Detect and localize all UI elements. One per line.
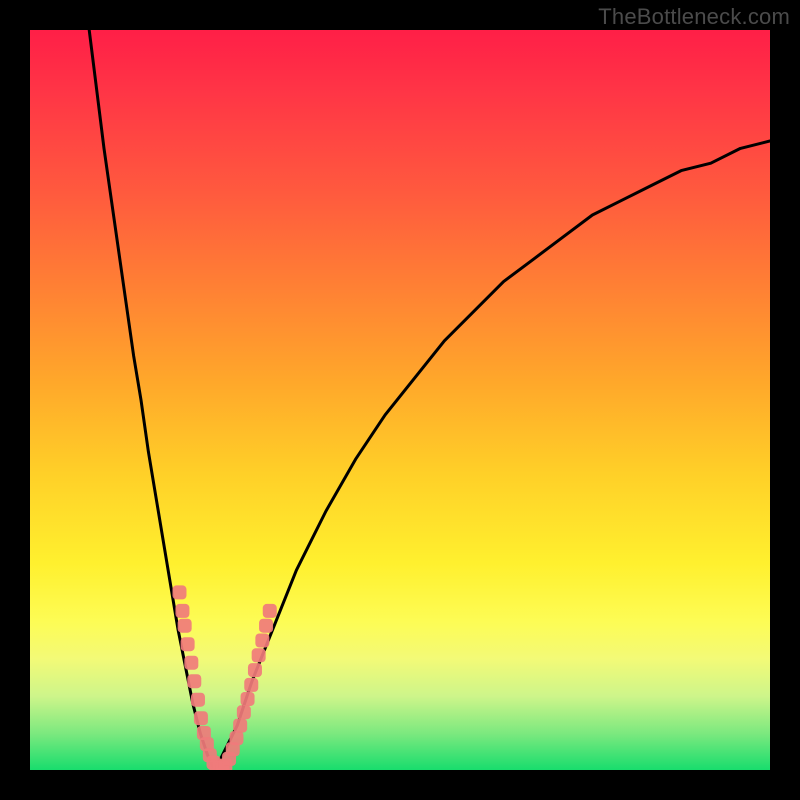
data-marker xyxy=(241,692,255,706)
data-marker xyxy=(237,705,251,719)
data-marker xyxy=(252,648,266,662)
data-marker xyxy=(194,711,208,725)
data-marker xyxy=(181,637,195,651)
marker-layer xyxy=(172,585,276,770)
data-marker xyxy=(233,719,247,733)
curve-right-branch xyxy=(215,141,770,770)
data-marker xyxy=(248,663,262,677)
data-marker xyxy=(244,678,258,692)
data-marker xyxy=(255,634,269,648)
data-marker xyxy=(229,731,243,745)
chart-overlay xyxy=(30,30,770,770)
plot-area xyxy=(30,30,770,770)
chart-frame: TheBottleneck.com xyxy=(0,0,800,800)
data-marker xyxy=(184,656,198,670)
data-marker xyxy=(191,693,205,707)
data-marker xyxy=(172,585,186,599)
data-marker xyxy=(175,604,189,618)
data-marker xyxy=(178,619,192,633)
data-marker xyxy=(187,674,201,688)
data-marker xyxy=(263,604,277,618)
watermark-text: TheBottleneck.com xyxy=(598,4,790,30)
data-marker xyxy=(259,619,273,633)
